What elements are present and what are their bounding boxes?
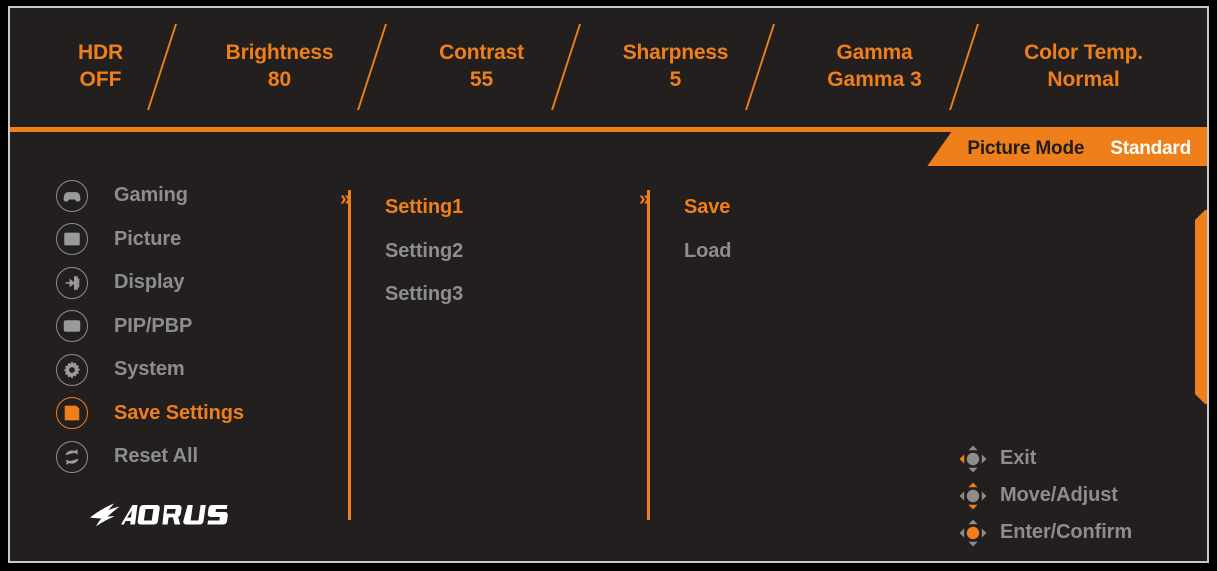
save-load-column: Save Load [684, 186, 914, 273]
status-value-color-temp: Normal [1047, 68, 1120, 91]
status-value-sharpness: 5 [669, 68, 682, 91]
joystick-updown-icon [958, 481, 988, 511]
picture-mode-label: Picture Mode [967, 138, 1085, 159]
status-separator [144, 24, 206, 110]
picture-mode-value: Standard [1110, 138, 1191, 159]
status-label-sharpness: Sharpness [622, 41, 729, 65]
status-item-hdr: HDR OFF [58, 40, 144, 94]
joystick-left-icon [958, 444, 988, 474]
status-label-hdr: HDR [78, 41, 123, 65]
input-icon [56, 266, 88, 299]
sidebar-label-display: Display [114, 271, 185, 294]
status-value-gamma: Gamma 3 [827, 68, 922, 91]
pip-icon [56, 310, 88, 343]
navigation-hints: Exit Move/Adjust Enter/Confirm [958, 440, 1132, 551]
column3-rail [647, 190, 650, 520]
image-icon [56, 223, 88, 256]
option-setting3[interactable]: Setting3 [385, 273, 615, 317]
hint-enter-confirm: Enter/Confirm [958, 514, 1132, 551]
aorus-logo [88, 498, 258, 532]
osd-panel: HDR OFF Brightness 80 Contrast 55 Sharpn… [8, 6, 1209, 563]
status-separator [354, 24, 416, 110]
sidebar-label-pip-pbp: PIP/PBP [114, 314, 193, 337]
hint-label-move-adjust: Move/Adjust [1000, 484, 1118, 506]
status-label-brightness: Brightness [225, 41, 334, 65]
gamepad-icon [56, 179, 88, 212]
sidebar-label-picture: Picture [114, 227, 182, 250]
joystick-press-icon [958, 518, 988, 548]
sidebar-item-system[interactable]: System [56, 348, 324, 392]
chevron-right-icon-column3: » [639, 188, 650, 210]
sidebar-item-pip-pbp[interactable]: PIP/PBP [56, 305, 324, 349]
hint-exit: Exit [958, 440, 1132, 477]
column2-rail [348, 190, 351, 520]
sidebar-label-gaming: Gaming [114, 184, 188, 207]
picture-mode-tab[interactable]: Picture Mode Standard [927, 132, 1207, 166]
floppy-icon [56, 397, 88, 430]
hint-move-adjust: Move/Adjust [958, 477, 1132, 514]
sidebar-label-system: System [114, 358, 185, 381]
status-separator [548, 24, 610, 110]
hint-label-enter-confirm: Enter/Confirm [1000, 521, 1133, 543]
sidebar-label-reset-all: Reset All [114, 445, 198, 468]
status-item-sharpness: Sharpness 5 [610, 40, 742, 94]
settings-column: Setting1 Setting2 Setting3 [385, 186, 615, 317]
status-item-color-temp: Color Temp. Normal [1008, 40, 1160, 94]
sidebar: Gaming Picture Display PIP/PBP System Sa… [56, 174, 324, 479]
sidebar-item-reset-all[interactable]: Reset All [56, 435, 324, 479]
status-bar: HDR OFF Brightness 80 Contrast 55 Sharpn… [10, 8, 1207, 126]
chevron-right-icon-column2: » [340, 188, 351, 210]
status-value-brightness: 80 [267, 68, 292, 91]
sidebar-item-picture[interactable]: Picture [56, 218, 324, 262]
scroll-indicator[interactable] [1195, 210, 1207, 404]
status-item-brightness: Brightness 80 [206, 40, 354, 94]
status-separator [742, 24, 804, 110]
gear-icon [56, 353, 88, 386]
sidebar-item-gaming[interactable]: Gaming [56, 174, 324, 218]
option-load[interactable]: Load [684, 230, 914, 274]
status-value-contrast: 55 [469, 68, 494, 91]
status-label-contrast: Contrast [439, 41, 524, 65]
sidebar-label-save-settings: Save Settings [114, 401, 244, 424]
option-save[interactable]: Save [684, 186, 914, 230]
status-item-gamma: Gamma Gamma 3 [804, 40, 946, 94]
header-divider [10, 127, 1207, 132]
status-label-gamma: Gamma [836, 41, 913, 65]
status-separator [946, 24, 1008, 110]
status-value-hdr: OFF [79, 68, 122, 91]
sidebar-item-save-settings[interactable]: Save Settings [56, 392, 324, 436]
hint-label-exit: Exit [1000, 447, 1037, 469]
status-label-color-temp: Color Temp. [1024, 41, 1143, 65]
status-item-contrast: Contrast 55 [416, 40, 548, 94]
option-setting2[interactable]: Setting2 [385, 230, 615, 274]
refresh-icon [56, 440, 88, 473]
option-setting1[interactable]: Setting1 [385, 186, 615, 230]
sidebar-item-display[interactable]: Display [56, 261, 324, 305]
